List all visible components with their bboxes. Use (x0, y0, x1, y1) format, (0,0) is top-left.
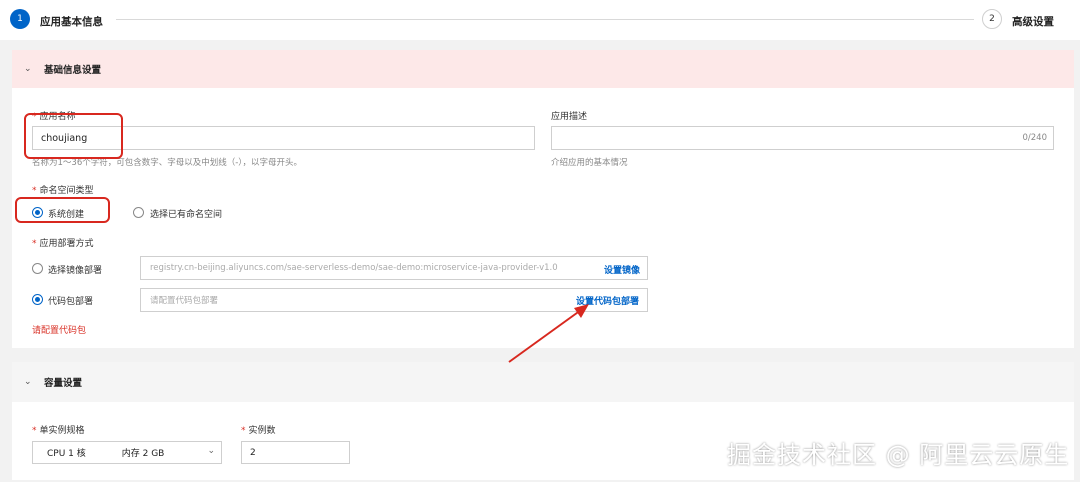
set-image-link[interactable]: 设置镜像 (604, 263, 640, 276)
capacity-title: 容量设置 (44, 378, 83, 389)
chevron-down-icon: ⌄ (207, 446, 215, 456)
instance-spec-select[interactable]: CPU 1 核 内存 2 GB ⌄ (32, 441, 222, 464)
app-desc-label: 应用描述 (551, 112, 588, 122)
required-mark: * (32, 186, 37, 196)
namespace-label: * 命名空间类型 (32, 183, 94, 196)
app-desc-count: 0/240 (1022, 133, 1048, 143)
chevron-down-icon: ⌄ (24, 377, 32, 387)
instance-count-input[interactable]: 2 (241, 441, 350, 464)
deploy-label: * 应用部署方式 (32, 236, 94, 249)
app-desc-input[interactable]: 0/240 (551, 126, 1054, 150)
step-1-number: 1 (17, 14, 23, 24)
image-address-placeholder: registry.cn-beijing.aliyuncs.com/sae-ser… (150, 263, 558, 273)
deploy-code-radio[interactable] (32, 294, 43, 305)
code-package-error: 请配置代码包 (32, 326, 87, 336)
step-connector (116, 19, 974, 20)
deploy-label-text: 应用部署方式 (39, 239, 94, 249)
watermark: 掘金技术社区 @ 阿里云云原生 (727, 441, 1070, 469)
chevron-down-icon: ⌄ (24, 64, 32, 74)
step-2-number: 2 (989, 14, 995, 24)
app-desc-hint: 介绍应用的基本情况 (551, 158, 628, 168)
step-2-indicator[interactable]: 2 (982, 9, 1002, 29)
step-bar: 1 应用基本信息 2 高级设置 (0, 0, 1080, 40)
capacity-header[interactable]: ⌄ 容量设置 (12, 362, 1074, 402)
basic-info-header[interactable]: ⌄ 基础信息设置 (12, 50, 1074, 88)
required-mark: * (32, 239, 37, 249)
namespace-existing-radio[interactable] (133, 207, 144, 218)
image-address-input[interactable]: registry.cn-beijing.aliyuncs.com/sae-ser… (140, 256, 648, 280)
annotation-box-app-name (24, 113, 123, 159)
required-mark: * (32, 426, 37, 436)
instance-count-value: 2 (250, 447, 256, 458)
instance-count-label-text: 实例数 (248, 426, 276, 436)
namespace-existing-label[interactable]: 选择已有命名空间 (150, 207, 222, 220)
deploy-image-label[interactable]: 选择镜像部署 (48, 263, 102, 276)
code-package-placeholder: 请配置代码包部署 (150, 296, 219, 306)
memory-value: 内存 2 GB (121, 449, 165, 459)
basic-info-title: 基础信息设置 (44, 65, 102, 76)
step-1-indicator[interactable]: 1 (10, 9, 30, 29)
step-2-label: 高级设置 (1012, 16, 1054, 28)
required-mark: * (241, 426, 246, 436)
annotation-arrow (508, 304, 589, 363)
annotation-box-namespace (15, 197, 110, 223)
instance-count-label: * 实例数 (241, 423, 276, 436)
deploy-image-radio[interactable] (32, 263, 43, 274)
step-1-label: 应用基本信息 (40, 16, 103, 28)
instance-spec-label-text: 单实例规格 (39, 426, 85, 436)
deploy-code-label[interactable]: 代码包部署 (48, 294, 93, 307)
namespace-label-text: 命名空间类型 (39, 186, 94, 196)
cpu-value: CPU 1 核 (47, 449, 86, 459)
instance-spec-label: * 单实例规格 (32, 423, 85, 436)
